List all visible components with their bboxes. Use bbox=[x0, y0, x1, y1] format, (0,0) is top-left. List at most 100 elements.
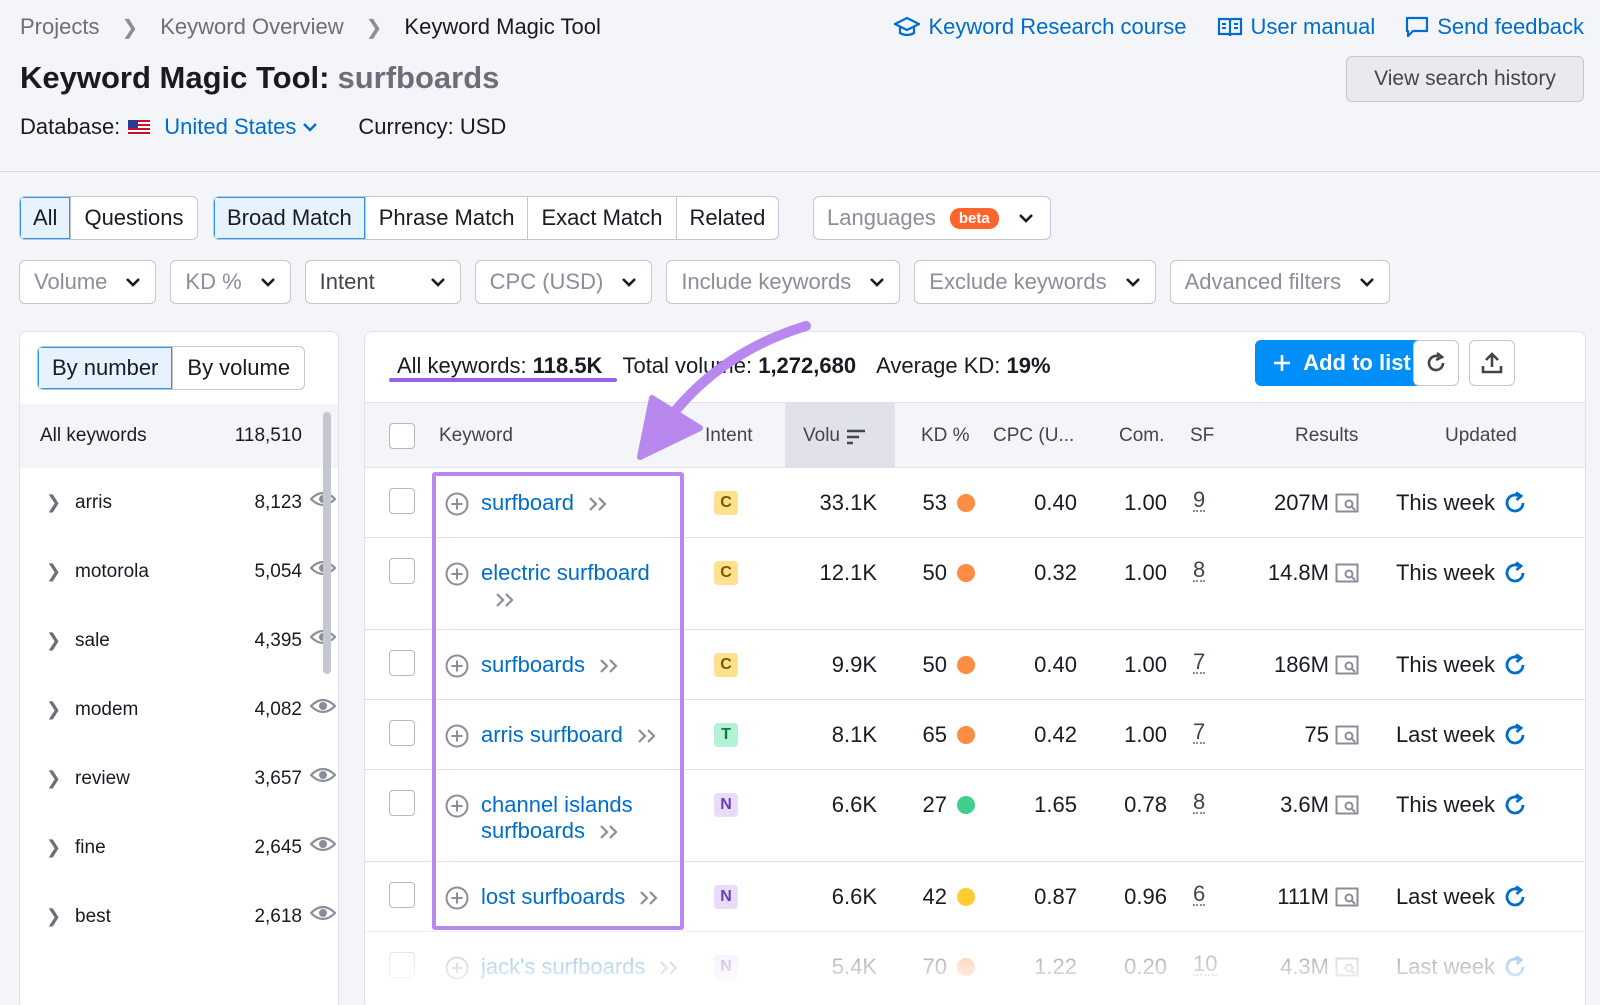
cpc-filter[interactable]: CPC (USD) bbox=[474, 260, 653, 304]
select-all-checkbox[interactable] bbox=[389, 423, 415, 449]
advanced-filters[interactable]: Advanced filters bbox=[1169, 260, 1391, 304]
refresh-icon[interactable] bbox=[1503, 561, 1527, 585]
tab-related[interactable]: Related bbox=[677, 197, 779, 239]
all-keywords-group[interactable]: All keywords 118,510 bbox=[20, 404, 338, 468]
eye-icon[interactable] bbox=[310, 766, 336, 784]
send-feedback-link[interactable]: Send feedback bbox=[1405, 14, 1584, 40]
kd-difficulty-dot bbox=[957, 726, 975, 744]
chevron-right-icon[interactable]: ❯ bbox=[46, 699, 61, 720]
col-competition[interactable]: Com. bbox=[1119, 425, 1164, 447]
chevron-down-icon bbox=[126, 278, 141, 287]
serp-preview-icon[interactable] bbox=[1335, 887, 1359, 909]
serp-features-count[interactable]: 7 bbox=[1193, 651, 1206, 674]
breadcrumb-projects[interactable]: Projects bbox=[20, 14, 99, 40]
col-intent[interactable]: Intent bbox=[705, 425, 753, 447]
include-keywords-filter[interactable]: Include keywords bbox=[666, 260, 901, 304]
kd-filter[interactable]: KD % bbox=[170, 260, 291, 304]
tab-questions[interactable]: Questions bbox=[71, 197, 196, 239]
course-link[interactable]: Keyword Research course bbox=[894, 14, 1187, 40]
chevron-down-icon bbox=[260, 278, 275, 287]
col-serp-features[interactable]: SF bbox=[1190, 425, 1214, 447]
eye-icon[interactable] bbox=[310, 904, 336, 922]
serp-features-count[interactable]: 7 bbox=[1193, 721, 1206, 744]
intent-filter[interactable]: Intent bbox=[304, 260, 461, 304]
groups-scrollbar[interactable] bbox=[323, 412, 331, 674]
languages-dropdown[interactable]: Languages beta bbox=[813, 196, 1051, 240]
tab-by-number[interactable]: By number bbox=[38, 347, 174, 389]
group-item[interactable]: ❯ sale 4,395 bbox=[20, 606, 338, 675]
chevron-right-icon[interactable]: ❯ bbox=[46, 630, 61, 651]
row-checkbox[interactable] bbox=[389, 650, 415, 676]
search-query: surfboards bbox=[337, 60, 500, 95]
chevron-down-icon bbox=[1019, 214, 1033, 223]
serp-preview-icon[interactable] bbox=[1335, 795, 1359, 817]
tab-by-volume[interactable]: By volume bbox=[173, 347, 304, 389]
eye-icon[interactable] bbox=[310, 697, 336, 715]
kd-difficulty-dot bbox=[957, 888, 975, 906]
group-item[interactable]: ❯ motorola 5,054 bbox=[20, 537, 338, 606]
group-item[interactable]: ❯ arris 8,123 bbox=[20, 468, 338, 537]
cpc-value: 0.87 bbox=[1034, 884, 1077, 909]
graduation-cap-icon bbox=[894, 16, 921, 37]
kd-difficulty-dot bbox=[957, 494, 975, 512]
col-updated[interactable]: Updated bbox=[1445, 425, 1517, 447]
col-keyword[interactable]: Keyword bbox=[439, 425, 513, 447]
export-button[interactable] bbox=[1469, 340, 1515, 386]
chevron-right-icon[interactable]: ❯ bbox=[46, 906, 61, 927]
chevron-right-icon[interactable]: ❯ bbox=[46, 837, 61, 858]
tab-broad-match[interactable]: Broad Match bbox=[214, 197, 366, 239]
volume-sort-highlight bbox=[785, 403, 895, 467]
refresh-icon[interactable] bbox=[1503, 491, 1527, 515]
serp-preview-icon[interactable] bbox=[1335, 563, 1359, 585]
tab-exact-match[interactable]: Exact Match bbox=[528, 197, 677, 239]
serp-features-count[interactable]: 6 bbox=[1193, 883, 1206, 906]
row-checkbox[interactable] bbox=[389, 790, 415, 816]
refresh-icon[interactable] bbox=[1503, 885, 1527, 909]
chevron-right-icon[interactable]: ❯ bbox=[46, 561, 61, 582]
updated-value: This week bbox=[1395, 792, 1495, 817]
breadcrumb-keyword-overview[interactable]: Keyword Overview bbox=[160, 14, 343, 40]
volume-value: 9.9K bbox=[831, 652, 877, 677]
add-to-list-button[interactable]: Add to list bbox=[1255, 340, 1429, 386]
eye-icon[interactable] bbox=[310, 835, 336, 853]
view-search-history-button[interactable]: View search history bbox=[1346, 56, 1584, 102]
col-volume[interactable]: Volu bbox=[803, 425, 840, 447]
user-manual-link[interactable]: User manual bbox=[1217, 14, 1375, 40]
volume-filter[interactable]: Volume bbox=[19, 260, 157, 304]
row-checkbox[interactable] bbox=[389, 488, 415, 514]
refresh-button[interactable] bbox=[1413, 340, 1459, 386]
intent-badge: T bbox=[714, 723, 738, 747]
refresh-icon[interactable] bbox=[1503, 653, 1527, 677]
group-item[interactable]: ❯ fine 2,645 bbox=[20, 813, 338, 882]
chevron-right-icon[interactable]: ❯ bbox=[46, 492, 61, 513]
chevron-right-icon[interactable]: ❯ bbox=[46, 768, 61, 789]
serp-features-count[interactable]: 8 bbox=[1193, 559, 1206, 582]
results-value: 3.6M bbox=[1280, 792, 1329, 817]
group-item[interactable]: ❯ review 3,657 bbox=[20, 744, 338, 813]
serp-features-count[interactable]: 8 bbox=[1193, 791, 1206, 814]
serp-preview-icon[interactable] bbox=[1335, 493, 1359, 515]
col-cpc[interactable]: CPC (U... bbox=[993, 425, 1074, 447]
refresh-icon[interactable] bbox=[1503, 723, 1527, 747]
chevron-down-icon bbox=[1125, 278, 1140, 287]
row-checkbox[interactable] bbox=[389, 720, 415, 746]
row-checkbox[interactable] bbox=[389, 882, 415, 908]
tab-phrase-match[interactable]: Phrase Match bbox=[366, 197, 529, 239]
serp-preview-icon[interactable] bbox=[1335, 725, 1359, 747]
group-item[interactable]: ❯ best 2,618 bbox=[20, 882, 338, 951]
group-count: 2,645 bbox=[254, 836, 302, 858]
group-item[interactable]: ❯ modem 4,082 bbox=[20, 675, 338, 744]
database-selector[interactable]: United States bbox=[128, 114, 318, 140]
sort-descending-icon[interactable] bbox=[846, 429, 866, 445]
row-checkbox[interactable] bbox=[389, 558, 415, 584]
competition-value: 1.00 bbox=[1124, 722, 1167, 747]
serp-features-count[interactable]: 9 bbox=[1193, 489, 1206, 512]
serp-preview-icon[interactable] bbox=[1335, 655, 1359, 677]
exclude-keywords-filter[interactable]: Exclude keywords bbox=[914, 260, 1156, 304]
col-kd[interactable]: KD % bbox=[921, 425, 970, 447]
col-results[interactable]: Results bbox=[1295, 425, 1358, 447]
chevron-down-icon bbox=[1360, 278, 1375, 287]
tab-all[interactable]: All bbox=[20, 197, 72, 239]
chevron-right-icon: ❯ bbox=[121, 16, 139, 39]
refresh-icon[interactable] bbox=[1503, 793, 1527, 817]
